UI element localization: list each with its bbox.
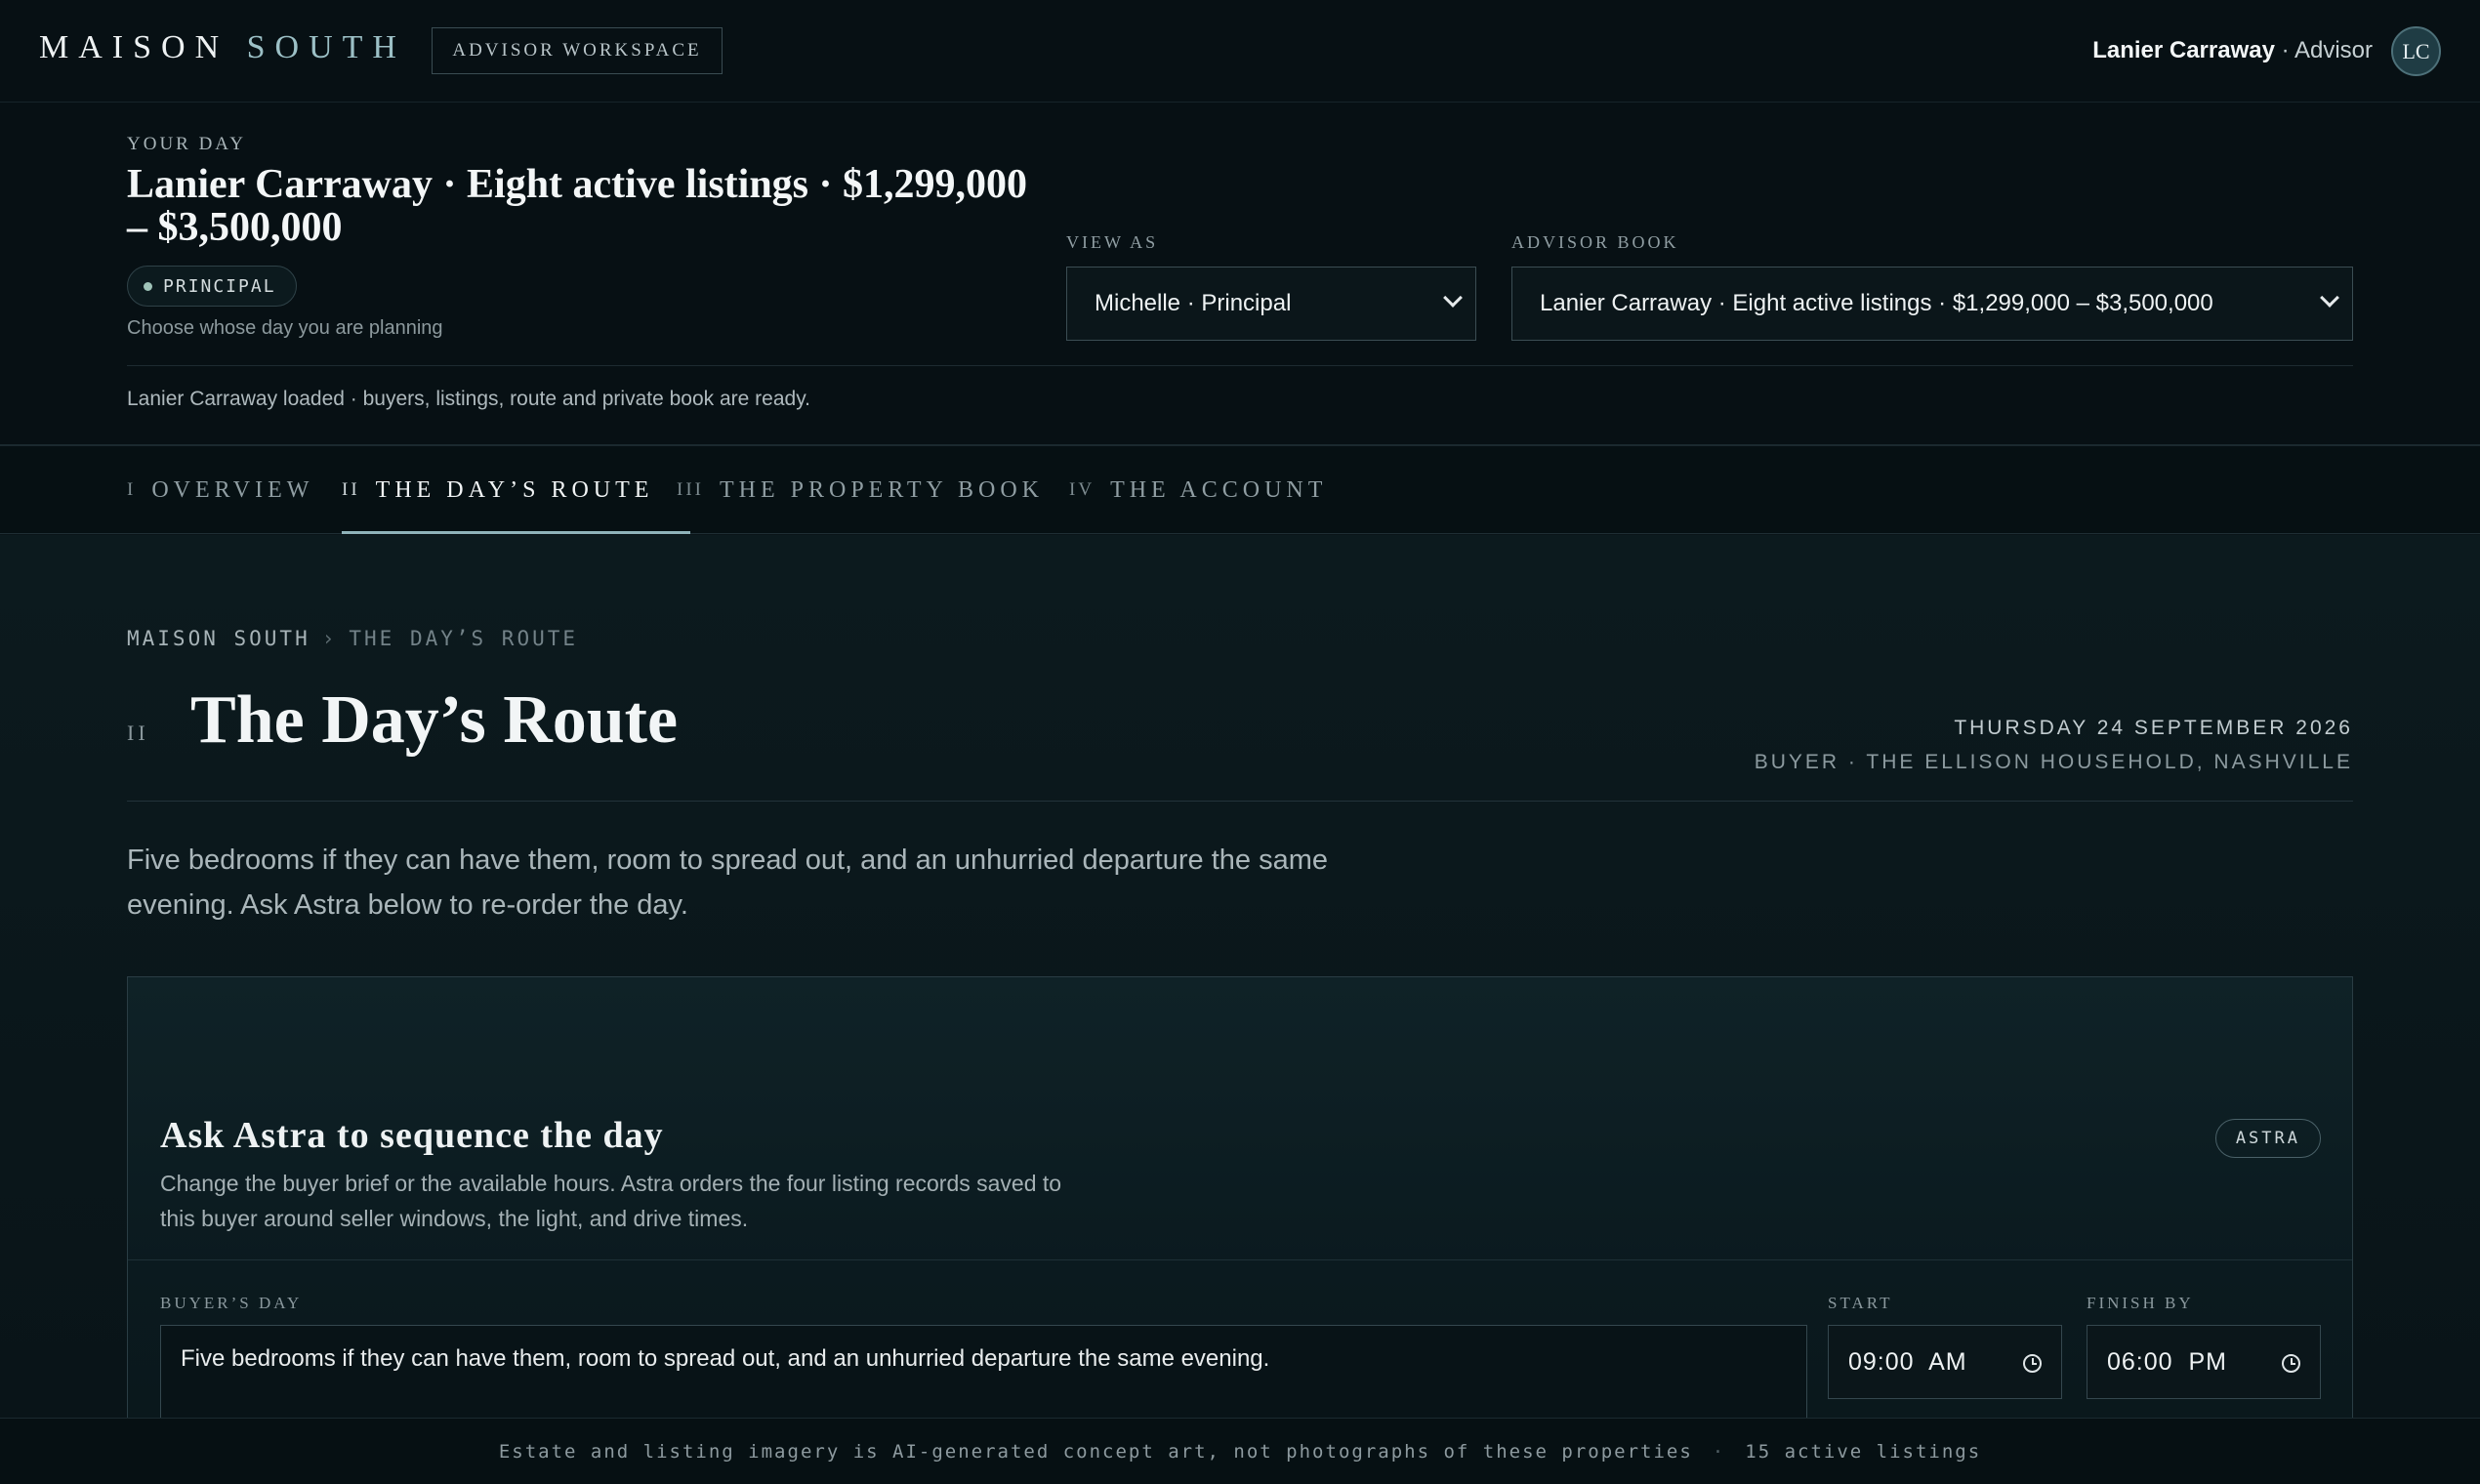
divider [127,801,2353,802]
clock-icon[interactable] [2023,1354,2042,1373]
buyer-name: BUYER · THE ELLISON HOUSEHOLD, NASHVILLE [1754,751,2353,773]
tab-number: I [127,479,137,500]
clock-icon[interactable] [2282,1354,2300,1373]
tab-label: OVERVIEW [151,476,314,503]
astra-card-description: Change the buyer brief or the available … [160,1171,1062,1231]
main-content: MAISON SOUTH › THE DAY’S ROUTE II The Day’… [0,535,2480,1418]
tab-number: II [342,479,360,500]
finish-by-label: FINISH BY [2087,1294,2194,1312]
view-as-value: Michelle · Principal [1095,290,1292,316]
load-status: Lanier Carraway loaded · buyers, listing… [127,388,810,410]
footer-separator: · [1712,1440,1726,1463]
status-dot-icon [144,282,152,291]
advisor-book-value: Lanier Carraway · Eight active listings … [1540,290,2213,316]
view-as-select[interactable]: Michelle · Principal [1066,267,1476,341]
buyers-day-label: BUYER’S DAY [160,1294,303,1312]
finish-time-input[interactable]: 06:00 PM [2087,1325,2321,1399]
start-time-input[interactable]: 09:00 AM [1828,1325,2062,1399]
section-number: II [127,721,149,745]
finish-time-value: 06:00 PM [2107,1347,2227,1376]
user-info: Lanier Carraway · Advisor [2092,37,2373,64]
breadcrumb-home[interactable]: MAISON SOUTH [127,627,310,650]
astra-badge: ASTRA [2214,1119,2321,1158]
buyer-brief-textarea[interactable]: Five bedrooms if they can have them, roo… [160,1325,1807,1418]
day-header: YOUR DAY Lanier Carraway · Eight active … [0,103,2480,446]
section-tabs: I OVERVIEW II THE DAY’S ROUTE III THE PR… [0,446,2480,534]
divider [127,365,2353,366]
astra-card: Ask Astra to sequence the day Change the… [127,976,2353,1418]
tab-overview[interactable]: I OVERVIEW [127,446,313,534]
user-name: Lanier Carraway [2092,37,2275,63]
start-label: START [1828,1294,1893,1312]
chevron-down-icon [2320,288,2339,308]
planning-hint: Choose whose day you are planning [127,317,443,339]
astra-card-title: Ask Astra to sequence the day [160,1115,664,1156]
tab-days-route[interactable]: II THE DAY’S ROUTE [342,446,691,534]
tab-label: THE PROPERTY BOOK [719,476,1045,503]
advisor-book-label: ADVISOR BOOK [1511,232,1679,252]
start-time-value: 09:00 AM [1848,1347,1967,1376]
intro-text: Five bedrooms if they can have them, roo… [127,845,1328,921]
tab-number: III [677,479,704,500]
day-eyebrow: YOUR DAY [127,134,247,154]
footer-disclaimer: Estate and listing imagery is AI-generat… [498,1440,1693,1463]
tab-number: IV [1069,479,1095,500]
advisor-book-select[interactable]: Lanier Carraway · Eight active listings … [1511,267,2353,341]
day-title: Lanier Carraway · Eight active listings … [127,162,1028,250]
top-bar: MAISON SOUTH ADVISOR WORKSPACE Lanier Ca… [0,0,2480,103]
user-role: · Advisor [2281,37,2373,63]
tab-label: THE ACCOUNT [1110,476,1328,503]
workspace-chip: ADVISOR WORKSPACE [432,27,723,74]
route-date: THURSDAY 24 SEPTEMBER 2026 [1954,717,2353,739]
page-title: The Day’s Route [190,682,679,758]
listing-count: 15 active listings [1745,1440,1982,1463]
breadcrumb-separator: › [321,627,338,650]
view-as-label: VIEW AS [1066,232,1159,252]
divider [128,1259,2352,1260]
role-badge-label: PRINCIPAL [163,275,276,297]
footer: Estate and listing imagery is AI-generat… [0,1418,2480,1484]
tab-label: THE DAY’S ROUTE [375,476,654,503]
role-badge: PRINCIPAL [127,266,297,307]
breadcrumb-current: THE DAY’S ROUTE [349,627,579,650]
tab-account[interactable]: IV THE ACCOUNT [1069,446,1327,534]
brand-secondary: SOUTH [246,29,406,65]
avatar[interactable]: LC [2391,26,2441,76]
breadcrumb: MAISON SOUTH › THE DAY’S ROUTE [127,627,578,650]
brand-primary: MAISON [39,29,229,65]
brand-logo[interactable]: MAISON SOUTH [39,29,406,66]
tab-property-book[interactable]: III THE PROPERTY BOOK [677,446,1044,534]
chevron-down-icon [1443,288,1463,308]
